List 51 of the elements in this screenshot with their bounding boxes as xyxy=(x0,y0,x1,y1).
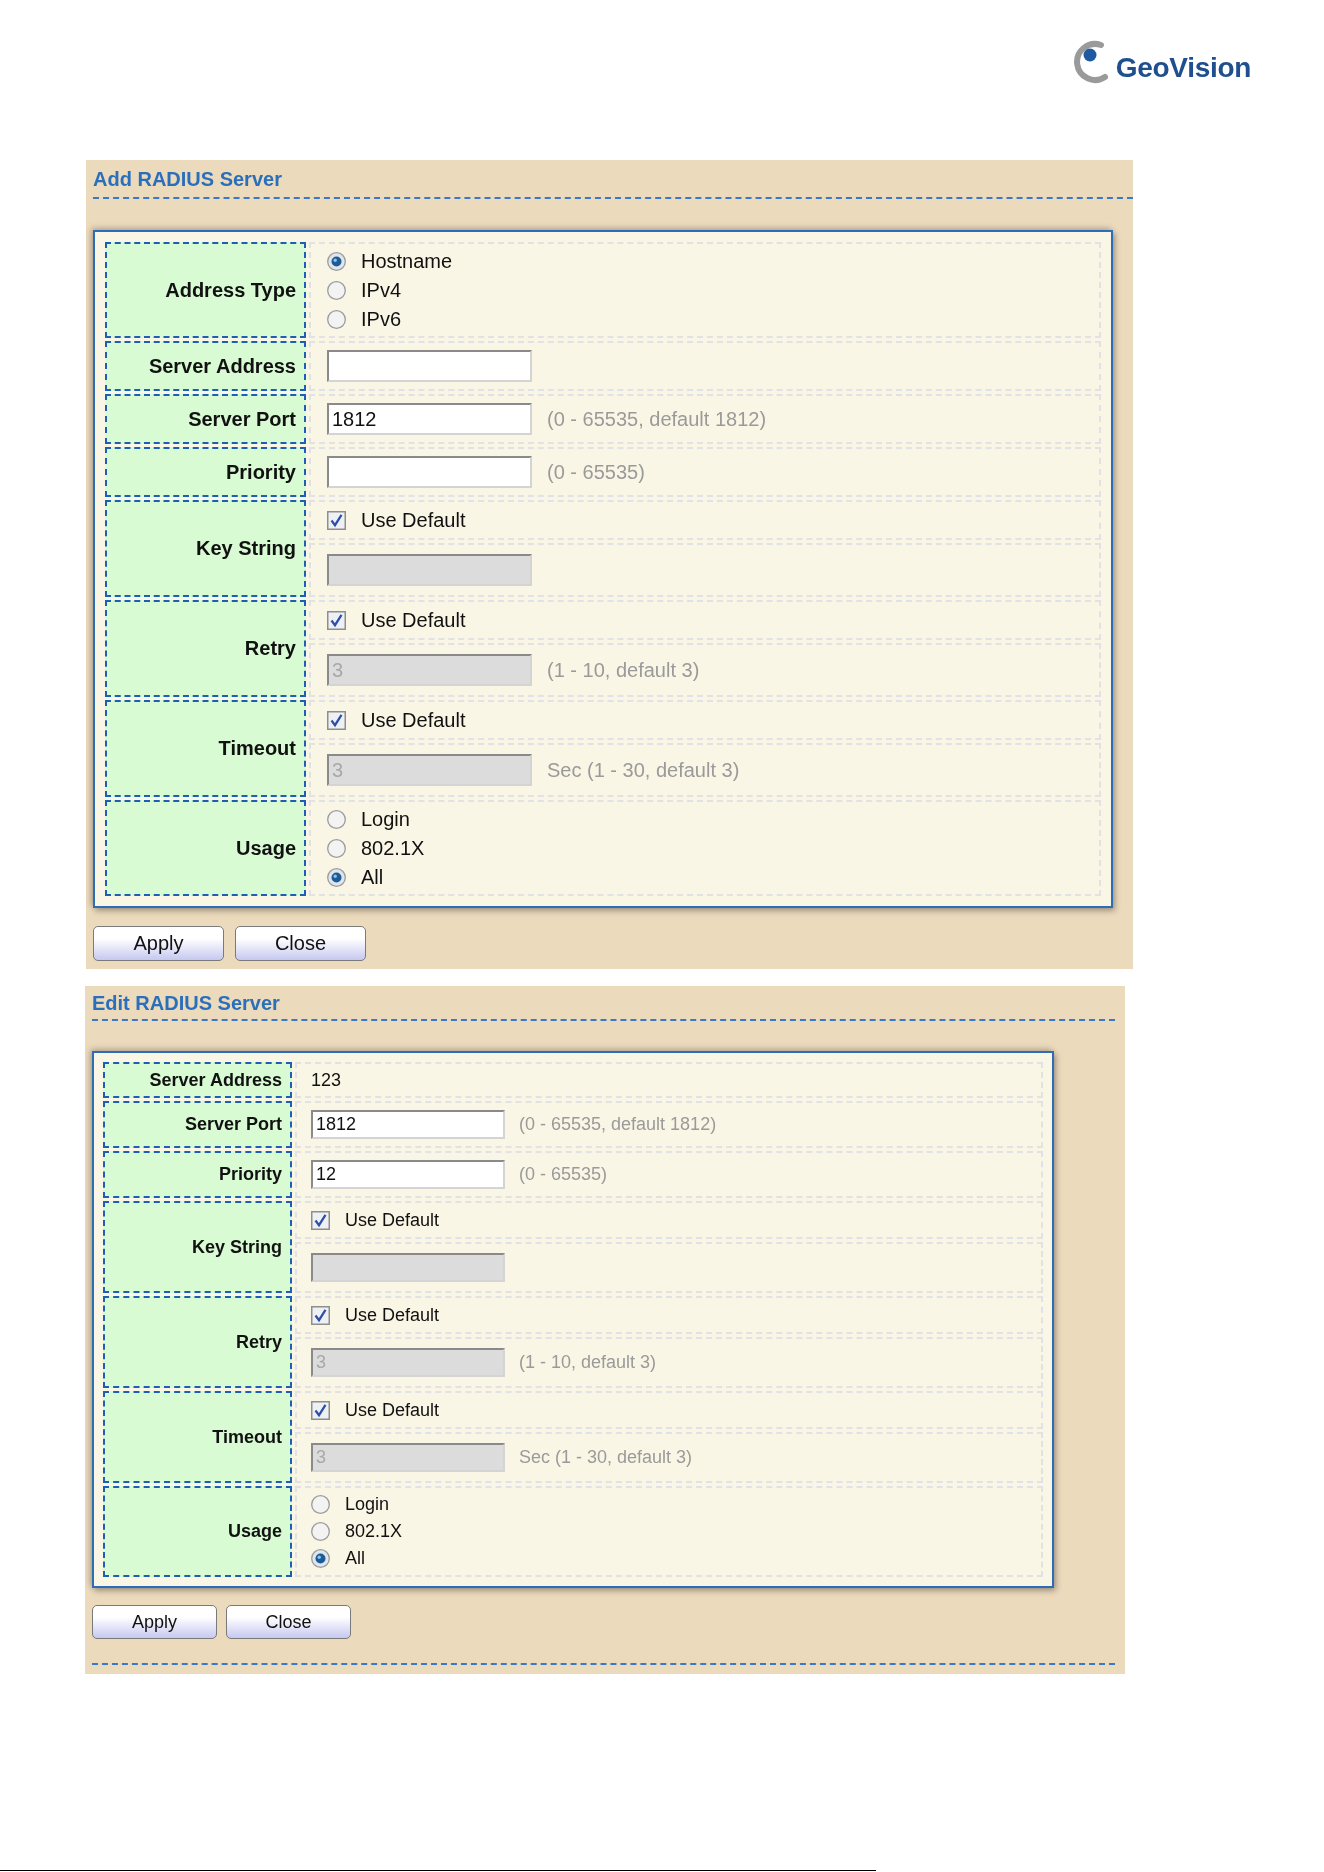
field-label: Server Port xyxy=(105,394,306,444)
radio-option[interactable]: Login xyxy=(311,1491,403,1518)
field-label: Priority xyxy=(105,447,306,497)
section-title: Add RADIUS Server xyxy=(93,167,282,191)
logo-text: GeoVision xyxy=(1115,53,1251,83)
field-label: Timeout xyxy=(103,1391,292,1483)
checkbox-option[interactable]: Use Default xyxy=(327,605,466,635)
field-label: Server Port xyxy=(103,1101,292,1148)
hint-text: (0 - 65535, default 1812) xyxy=(519,1114,717,1135)
field-label: Address Type xyxy=(105,242,306,338)
field-label: Usage xyxy=(105,800,306,896)
hint-text: (0 - 65535) xyxy=(519,1164,608,1185)
radio-option[interactable]: Hostname xyxy=(327,246,453,276)
close-button[interactable]: Close xyxy=(226,1605,351,1639)
text-field[interactable]: 12 xyxy=(311,1160,505,1189)
field-label: Retry xyxy=(105,600,306,697)
hint-text: Sec (1 - 30, default 3) xyxy=(519,1447,693,1468)
field-label: Priority xyxy=(103,1151,292,1198)
checkbox-option[interactable]: Use Default xyxy=(327,705,466,735)
radio-option[interactable]: All xyxy=(327,862,425,892)
checkbox-option[interactable]: Use Default xyxy=(311,1301,440,1329)
close-button[interactable]: Close xyxy=(235,926,366,961)
radio-option[interactable]: 802.1X xyxy=(327,833,425,863)
apply-button[interactable]: Apply xyxy=(92,1605,217,1639)
text-field[interactable]: 1812 xyxy=(311,1110,505,1139)
text-field[interactable] xyxy=(327,456,532,488)
field-label: Key String xyxy=(105,500,306,597)
field-label: Usage xyxy=(103,1486,292,1577)
hint-text: (1 - 10, default 3) xyxy=(519,1352,657,1373)
field-label: Server Address xyxy=(105,341,306,391)
field-label: Key String xyxy=(103,1201,292,1293)
radio-option[interactable]: Login xyxy=(327,804,425,834)
hint-text: (0 - 65535, default 1812) xyxy=(547,407,767,431)
radio-option[interactable]: All xyxy=(311,1545,403,1572)
field-label: Timeout xyxy=(105,700,306,797)
apply-button[interactable]: Apply xyxy=(93,926,224,961)
radio-option[interactable]: IPv6 xyxy=(327,304,453,334)
section-title: Edit RADIUS Server xyxy=(92,991,280,1015)
checkbox-option[interactable]: Use Default xyxy=(327,505,466,535)
checkbox-option[interactable]: Use Default xyxy=(311,1206,440,1234)
text-field[interactable]: 1812 xyxy=(327,403,532,435)
hint-text: Sec (1 - 30, default 3) xyxy=(547,758,740,782)
hint-text: (0 - 65535) xyxy=(547,460,645,484)
text-field[interactable] xyxy=(327,350,532,382)
radio-option[interactable]: IPv4 xyxy=(327,275,453,305)
hint-text: (1 - 10, default 3) xyxy=(547,658,700,682)
field-label: Server Address xyxy=(103,1062,292,1098)
field-value: 123 xyxy=(311,1069,342,1091)
radio-option[interactable]: 802.1X xyxy=(311,1518,403,1545)
checkbox-option[interactable]: Use Default xyxy=(311,1396,440,1424)
field-label: Retry xyxy=(103,1296,292,1388)
